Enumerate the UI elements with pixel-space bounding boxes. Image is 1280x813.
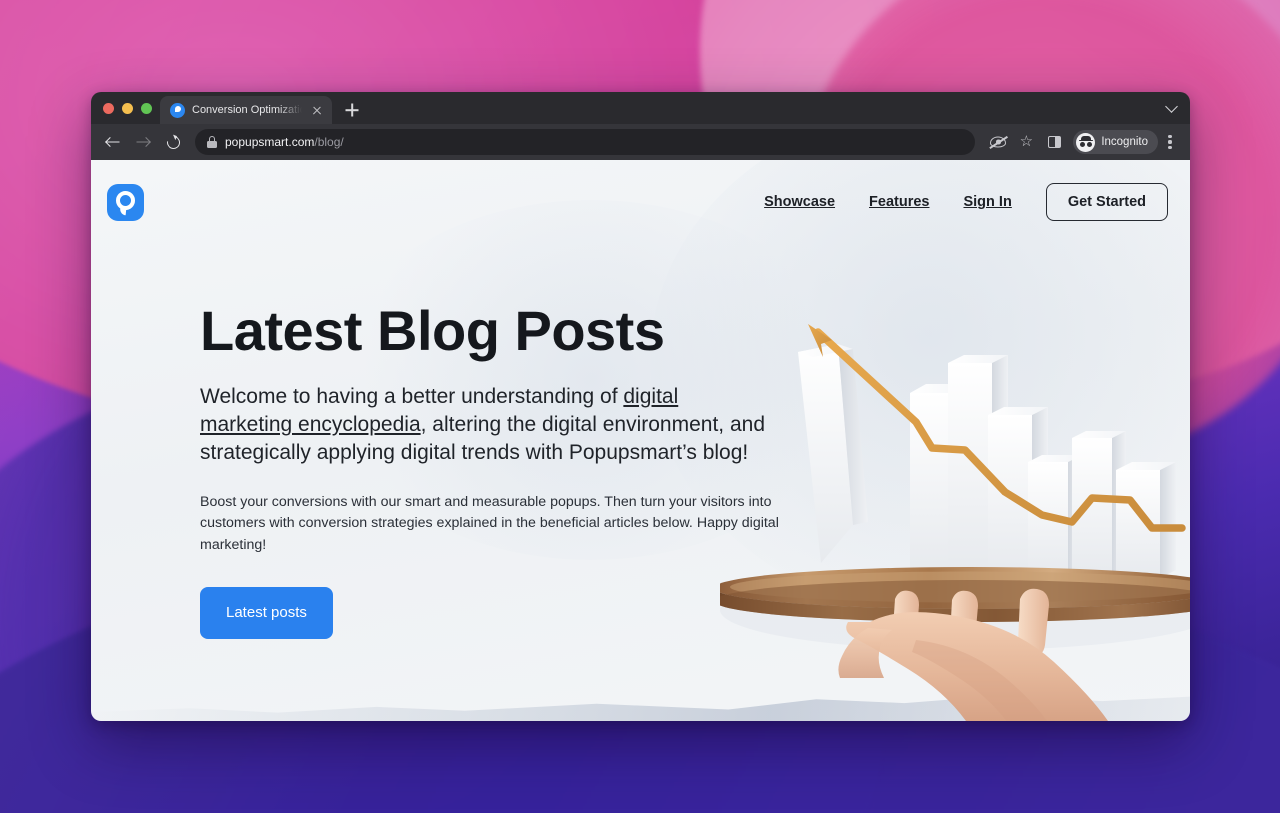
lock-icon <box>207 136 217 148</box>
navbar-links: Showcase Features Sign In <box>764 194 1012 210</box>
nav-link-sign-in[interactable]: Sign In <box>963 194 1011 210</box>
page-viewport: Showcase Features Sign In Get Started La… <box>91 160 1190 721</box>
kebab-menu-icon[interactable] <box>1160 129 1180 155</box>
browser-tab-strip: Conversion Optimization & Dig <box>91 92 1190 124</box>
logo-tail-shape <box>119 207 126 215</box>
tracking-protection-button[interactable] <box>985 129 1011 155</box>
hero-lede-before: Welcome to having a better understanding… <box>200 384 624 408</box>
star-icon: ☆ <box>1019 133 1034 150</box>
new-tab-button[interactable] <box>338 96 366 124</box>
eye-slash-icon <box>989 135 1009 149</box>
nav-link-showcase[interactable]: Showcase <box>764 194 835 210</box>
forward-arrow-icon <box>136 136 151 149</box>
back-button[interactable] <box>99 128 127 156</box>
popupsmart-logo[interactable] <box>107 183 144 221</box>
page-title: Latest Blog Posts <box>200 299 665 362</box>
popupsmart-favicon-icon <box>170 102 185 118</box>
profile-label: Incognito <box>1101 136 1148 148</box>
forward-button[interactable] <box>129 128 157 156</box>
reload-icon <box>163 132 183 152</box>
reload-button[interactable] <box>159 128 187 156</box>
url-host: popupsmart.com <box>225 135 315 149</box>
profile-incognito-button[interactable]: Incognito <box>1073 130 1158 154</box>
window-traffic-lights <box>101 92 160 124</box>
hero-lede: Welcome to having a better understanding… <box>200 383 770 468</box>
logo-bubble-shape <box>116 191 135 210</box>
address-bar-url: popupsmart.com/blog/ <box>225 135 344 149</box>
maximize-window-button[interactable] <box>141 102 152 114</box>
site-navbar: Showcase Features Sign In Get Started <box>91 160 1190 244</box>
chevron-down-icon[interactable] <box>1166 101 1178 113</box>
get-started-button[interactable]: Get Started <box>1045 183 1168 221</box>
bookmark-button[interactable]: ☆ <box>1013 129 1039 155</box>
latest-posts-button[interactable]: Latest posts <box>200 586 333 639</box>
url-path: /blog/ <box>314 135 344 149</box>
close-window-button[interactable] <box>103 102 114 114</box>
browser-window: Conversion Optimization & Dig popupsmart… <box>91 92 1190 721</box>
browser-tab[interactable]: Conversion Optimization & Dig <box>160 96 332 124</box>
hero-body-text: Boost your conversions with our smart an… <box>200 493 779 553</box>
address-bar[interactable]: popupsmart.com/blog/ <box>195 129 976 155</box>
browser-tab-title: Conversion Optimization & Dig <box>192 104 302 116</box>
side-panel-button[interactable] <box>1041 129 1067 155</box>
back-arrow-icon <box>105 136 120 149</box>
side-panel-icon <box>1047 136 1061 148</box>
close-icon[interactable] <box>309 102 325 118</box>
minimize-window-button[interactable] <box>122 102 133 114</box>
hero-section: Latest Blog Posts Welcome to having a be… <box>91 244 1190 639</box>
browser-toolbar: popupsmart.com/blog/ ☆ Incognito <box>91 124 1190 160</box>
incognito-avatar-icon <box>1076 132 1096 152</box>
nav-link-features[interactable]: Features <box>869 194 929 210</box>
